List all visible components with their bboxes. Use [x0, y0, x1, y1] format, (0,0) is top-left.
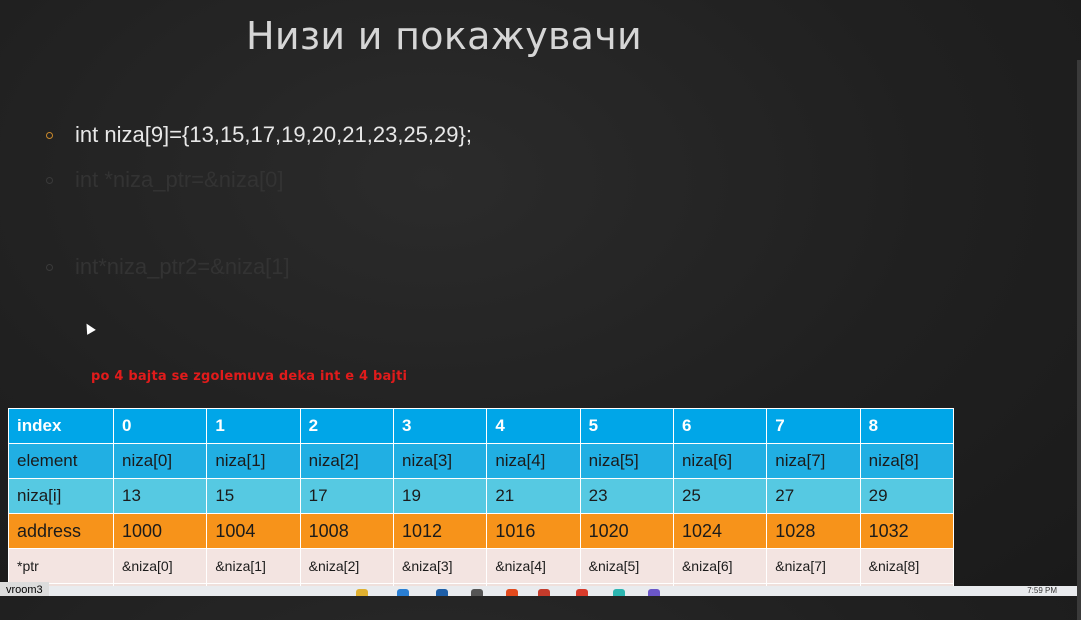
table-cell: 19	[392, 478, 488, 514]
table-cell: 1008	[299, 513, 394, 549]
table-row-element: element niza[0] niza[1] niza[2] niza[3] …	[8, 443, 955, 479]
taskbar-clock[interactable]: 7:59 PM	[1027, 586, 1057, 595]
store-icon[interactable]	[397, 589, 409, 596]
office-icon[interactable]	[506, 589, 518, 596]
table-cell: 23	[579, 478, 674, 514]
table-cell: 13	[112, 478, 208, 514]
folder-icon[interactable]	[356, 589, 368, 596]
table-cell: element	[8, 443, 114, 479]
browser-icon[interactable]	[613, 589, 625, 596]
table-cell: 1016	[486, 513, 581, 549]
table-cell: 27	[766, 478, 861, 514]
table-cell: 0	[112, 408, 208, 444]
table-cell: 1020	[579, 513, 674, 549]
table-cell: 1000	[112, 513, 208, 549]
table-row-address: address 1000 1004 1008 1012 1016 1020 10…	[8, 513, 955, 549]
array-memory-table: index 0 1 2 3 4 5 6 7 8 element niza[0] …	[8, 408, 955, 593]
table-cell: niza[8]	[859, 443, 955, 479]
table-cell: 1028	[766, 513, 861, 549]
table-cell: address	[8, 513, 114, 549]
table-cell: niza[6]	[672, 443, 768, 479]
mail-icon[interactable]	[436, 589, 448, 596]
app-icon[interactable]	[471, 589, 483, 596]
table-cell: &niza[6]	[672, 548, 768, 584]
table-cell: 1004	[206, 513, 301, 549]
bullet-array-declaration: int niza[9]={13,15,17,19,20,21,23,25,29}…	[46, 122, 472, 148]
red-annotation-note: po 4 bajta se zgolemuva deka int e 4 baj…	[91, 369, 408, 384]
table-cell: 7	[766, 408, 861, 444]
table-cell: niza[i]	[8, 478, 114, 514]
table-cell: &niza[4]	[486, 548, 581, 584]
table-row-index: index 0 1 2 3 4 5 6 7 8	[8, 408, 955, 444]
bullet-pointer-declaration: int *niza_ptr=&niza[0]	[46, 167, 284, 193]
table-cell: 1032	[859, 513, 955, 549]
bullet-circle-icon	[46, 131, 53, 139]
table-cell: 17	[299, 478, 394, 514]
table-cell: &niza[2]	[299, 548, 394, 584]
table-cell: 6	[672, 408, 768, 444]
table-cell: 29	[859, 478, 955, 514]
bullet-circle-icon	[46, 263, 53, 271]
table-cell: niza[2]	[299, 443, 394, 479]
table-cell: *ptr	[8, 548, 114, 584]
table-cell: niza[1]	[206, 443, 301, 479]
table-cell: &niza[3]	[392, 548, 488, 584]
table-cell: 25	[672, 478, 768, 514]
bullet-circle-icon	[46, 176, 53, 184]
mouse-cursor-icon	[82, 321, 96, 335]
table-cell: niza[3]	[392, 443, 488, 479]
table-cell: 1024	[672, 513, 768, 549]
table-row-value: niza[i] 13 15 17 19 21 23 25 27 29	[8, 478, 955, 514]
table-cell: index	[8, 408, 114, 444]
table-cell: 2	[299, 408, 394, 444]
table-cell: &niza[8]	[859, 548, 955, 584]
table-cell: 15	[206, 478, 301, 514]
table-cell: 21	[486, 478, 581, 514]
table-cell: 3	[392, 408, 488, 444]
bullet-text: int niza[9]={13,15,17,19,20,21,23,25,29}…	[75, 122, 472, 147]
bullet-text: int *niza_ptr=&niza[0]	[75, 167, 284, 192]
table-row-pointer: *ptr &niza[0] &niza[1] &niza[2] &niza[3]…	[8, 548, 955, 584]
chrome-icon[interactable]	[576, 589, 588, 596]
table-cell: 1	[206, 408, 301, 444]
powerpoint-icon[interactable]	[538, 589, 550, 596]
table-cell: &niza[1]	[206, 548, 301, 584]
table-cell: &niza[0]	[112, 548, 208, 584]
slide-title: Низи и покажувачи	[246, 14, 643, 58]
table-cell: 4	[486, 408, 581, 444]
table-cell: niza[4]	[486, 443, 581, 479]
teams-icon[interactable]	[648, 589, 660, 596]
table-cell: niza[0]	[112, 443, 208, 479]
bullet-text: int*niza_ptr2=&niza[1]	[75, 254, 290, 279]
table-cell: 8	[859, 408, 955, 444]
table-cell: &niza[5]	[579, 548, 674, 584]
table-cell: &niza[7]	[766, 548, 861, 584]
table-cell: niza[7]	[766, 443, 861, 479]
table-cell: niza[5]	[579, 443, 674, 479]
bullet-pointer2-declaration: int*niza_ptr2=&niza[1]	[46, 254, 290, 280]
table-cell: 1012	[392, 513, 488, 549]
scrollbar[interactable]	[1077, 60, 1081, 620]
taskbar-app-label[interactable]: vroom3	[0, 582, 49, 596]
table-cell: 5	[579, 408, 674, 444]
